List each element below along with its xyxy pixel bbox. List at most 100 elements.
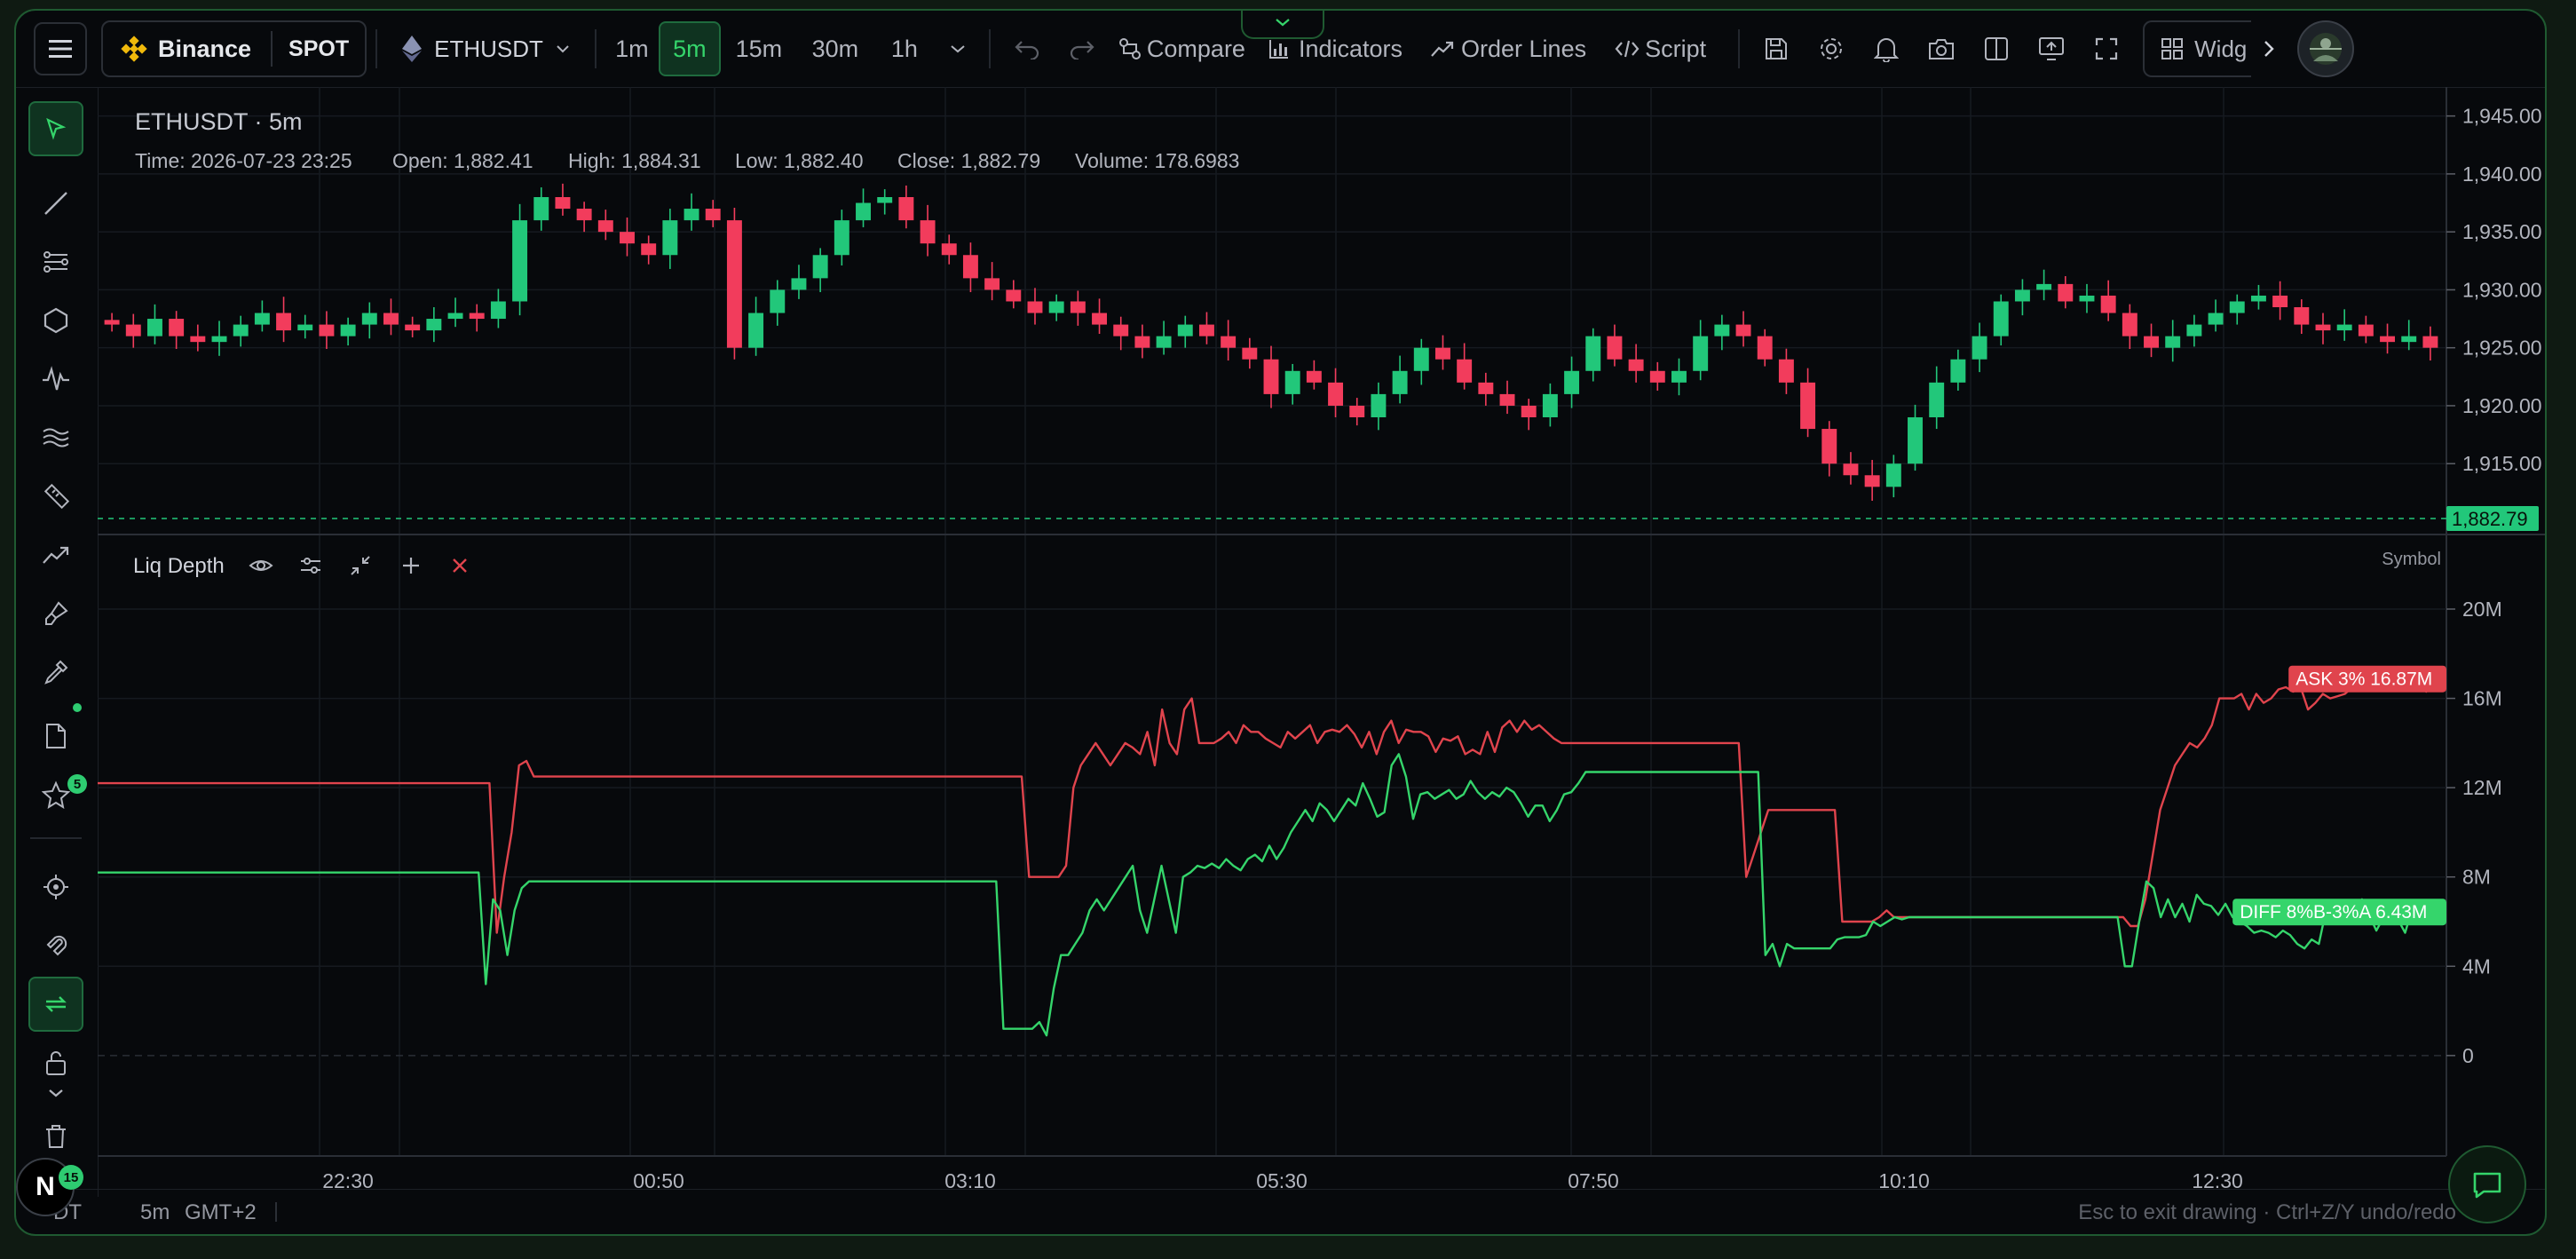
scroll-right-button[interactable] xyxy=(2251,21,2287,76)
pitchfork-tool[interactable] xyxy=(28,234,83,289)
brush-tool[interactable] xyxy=(28,586,83,641)
candle-body xyxy=(1435,347,1450,360)
candle-body xyxy=(984,278,1000,290)
trash-tool[interactable] xyxy=(28,1122,83,1149)
notes-tool[interactable] xyxy=(28,709,83,764)
candle-body xyxy=(146,319,162,337)
more-timeframes-button[interactable] xyxy=(936,21,980,76)
notifications-badge[interactable]: 15 xyxy=(59,1165,83,1190)
indicator-visibility-button[interactable] xyxy=(249,560,273,571)
candle-body xyxy=(125,324,141,337)
indicator-settings-button[interactable] xyxy=(301,558,320,574)
status-hint: Esc to exit drawing · Ctrl+Z/Y undo/redo xyxy=(2078,1200,2456,1224)
close-icon xyxy=(453,558,467,573)
publish-button[interactable] xyxy=(2024,21,2079,76)
sync-tool[interactable] xyxy=(28,977,83,1032)
fullscreen-button[interactable] xyxy=(2079,21,2134,76)
order-lines-button[interactable]: Order Lines xyxy=(1417,21,1600,76)
timeframe-1h[interactable]: 1h xyxy=(873,21,936,76)
measure-tool[interactable] xyxy=(28,469,83,524)
save-button[interactable] xyxy=(1749,21,1804,76)
candle-body xyxy=(2401,336,2417,343)
forecast-tool[interactable] xyxy=(28,527,83,582)
undo-button[interactable] xyxy=(1000,21,1055,76)
indicator-collapse-button[interactable] xyxy=(351,556,370,575)
hamburger-icon xyxy=(49,40,72,58)
magnet-tool[interactable] xyxy=(28,859,83,915)
widgets-button[interactable]: Widg xyxy=(2143,20,2252,77)
timeframe-15m[interactable]: 15m xyxy=(721,21,797,76)
badge-count: 5 xyxy=(73,776,82,792)
cursor-icon xyxy=(46,117,67,140)
candle-body xyxy=(2100,295,2116,313)
layout-button[interactable] xyxy=(1969,21,2024,76)
chat-button[interactable] xyxy=(2448,1145,2526,1223)
settings-button[interactable] xyxy=(1804,21,1859,76)
candle-body xyxy=(770,289,786,313)
symbol-selector[interactable]: ETHUSDT xyxy=(386,21,586,76)
candle-body xyxy=(2315,324,2331,331)
candle-body xyxy=(2165,336,2181,348)
candle-body xyxy=(2380,336,2396,343)
chart-area[interactable]: 1,945.00 1,940.00 1,935.00 1,930.00 1,925.00… xyxy=(98,87,2547,1197)
status-interval: 5m xyxy=(140,1200,170,1224)
candle-body xyxy=(254,313,270,325)
timeframe-1m[interactable]: 1m xyxy=(605,21,659,76)
pattern-tool[interactable] xyxy=(28,352,83,407)
candle-body xyxy=(1521,405,1537,417)
legend-title: ETHUSDT · 5m xyxy=(135,108,303,135)
indicator-add-button[interactable] xyxy=(403,558,419,574)
ethereum-icon xyxy=(402,36,423,62)
cursor-tool[interactable] xyxy=(28,101,83,156)
script-button[interactable]: Script xyxy=(1600,21,1720,76)
exchange-name: Binance xyxy=(158,35,252,62)
timeframe-5m[interactable]: 5m xyxy=(658,21,721,76)
candle-body xyxy=(705,209,721,221)
candle-body xyxy=(1564,370,1580,394)
candle-body xyxy=(1306,370,1322,383)
collapse-toolbar-button[interactable] xyxy=(1241,11,1324,39)
trend-up-icon xyxy=(1431,41,1454,57)
alerts-button[interactable] xyxy=(1859,21,1914,76)
candle-body xyxy=(2186,324,2202,337)
hexagon-icon xyxy=(43,307,68,334)
candle-body xyxy=(2208,313,2224,325)
indicator-remove-button[interactable] xyxy=(453,558,467,573)
price-tick-label: 1,945.00 xyxy=(2462,105,2542,128)
file-icon xyxy=(46,724,66,748)
market-type: SPOT xyxy=(288,36,350,61)
candle-body xyxy=(812,255,828,279)
indicators-label: Indicators xyxy=(1298,35,1403,62)
drawing-toolbar: 5 xyxy=(16,87,99,1197)
compare-button[interactable]: Compare xyxy=(1110,21,1254,76)
candle-body xyxy=(1628,359,1644,371)
candle-body xyxy=(1908,417,1923,464)
user-avatar[interactable] xyxy=(2297,20,2355,77)
brush-icon xyxy=(45,601,68,625)
trendline-tool[interactable] xyxy=(28,176,83,231)
unlock-icon xyxy=(46,1051,66,1075)
candle-body xyxy=(1778,359,1794,383)
timeframe-label: 1m xyxy=(615,35,649,62)
eyedropper-tool[interactable] xyxy=(28,645,83,700)
candle-body xyxy=(104,320,120,325)
depth-tick-label: 4M xyxy=(2462,954,2491,978)
more-tools-button[interactable] xyxy=(28,1080,83,1106)
redo-button[interactable] xyxy=(1055,21,1110,76)
candle-body xyxy=(920,220,936,244)
menu-button[interactable] xyxy=(34,22,87,75)
candle-body xyxy=(962,255,978,279)
timeframe-30m[interactable]: 30m xyxy=(797,21,873,76)
wave-icon xyxy=(43,366,69,391)
candle-body xyxy=(1864,475,1880,487)
depth-tick-label: 20M xyxy=(2462,598,2502,621)
shape-tool[interactable] xyxy=(28,293,83,348)
candle-body xyxy=(2358,324,2374,337)
snap-tool[interactable] xyxy=(28,918,83,973)
fib-tool[interactable] xyxy=(28,410,83,465)
exchange-selector[interactable]: Binance SPOT xyxy=(101,20,367,77)
screenshot-button[interactable] xyxy=(1914,21,1969,76)
candle-body xyxy=(1349,405,1365,417)
depth-tick-label: 12M xyxy=(2462,776,2502,799)
timeframe-label: 30m xyxy=(811,35,859,62)
